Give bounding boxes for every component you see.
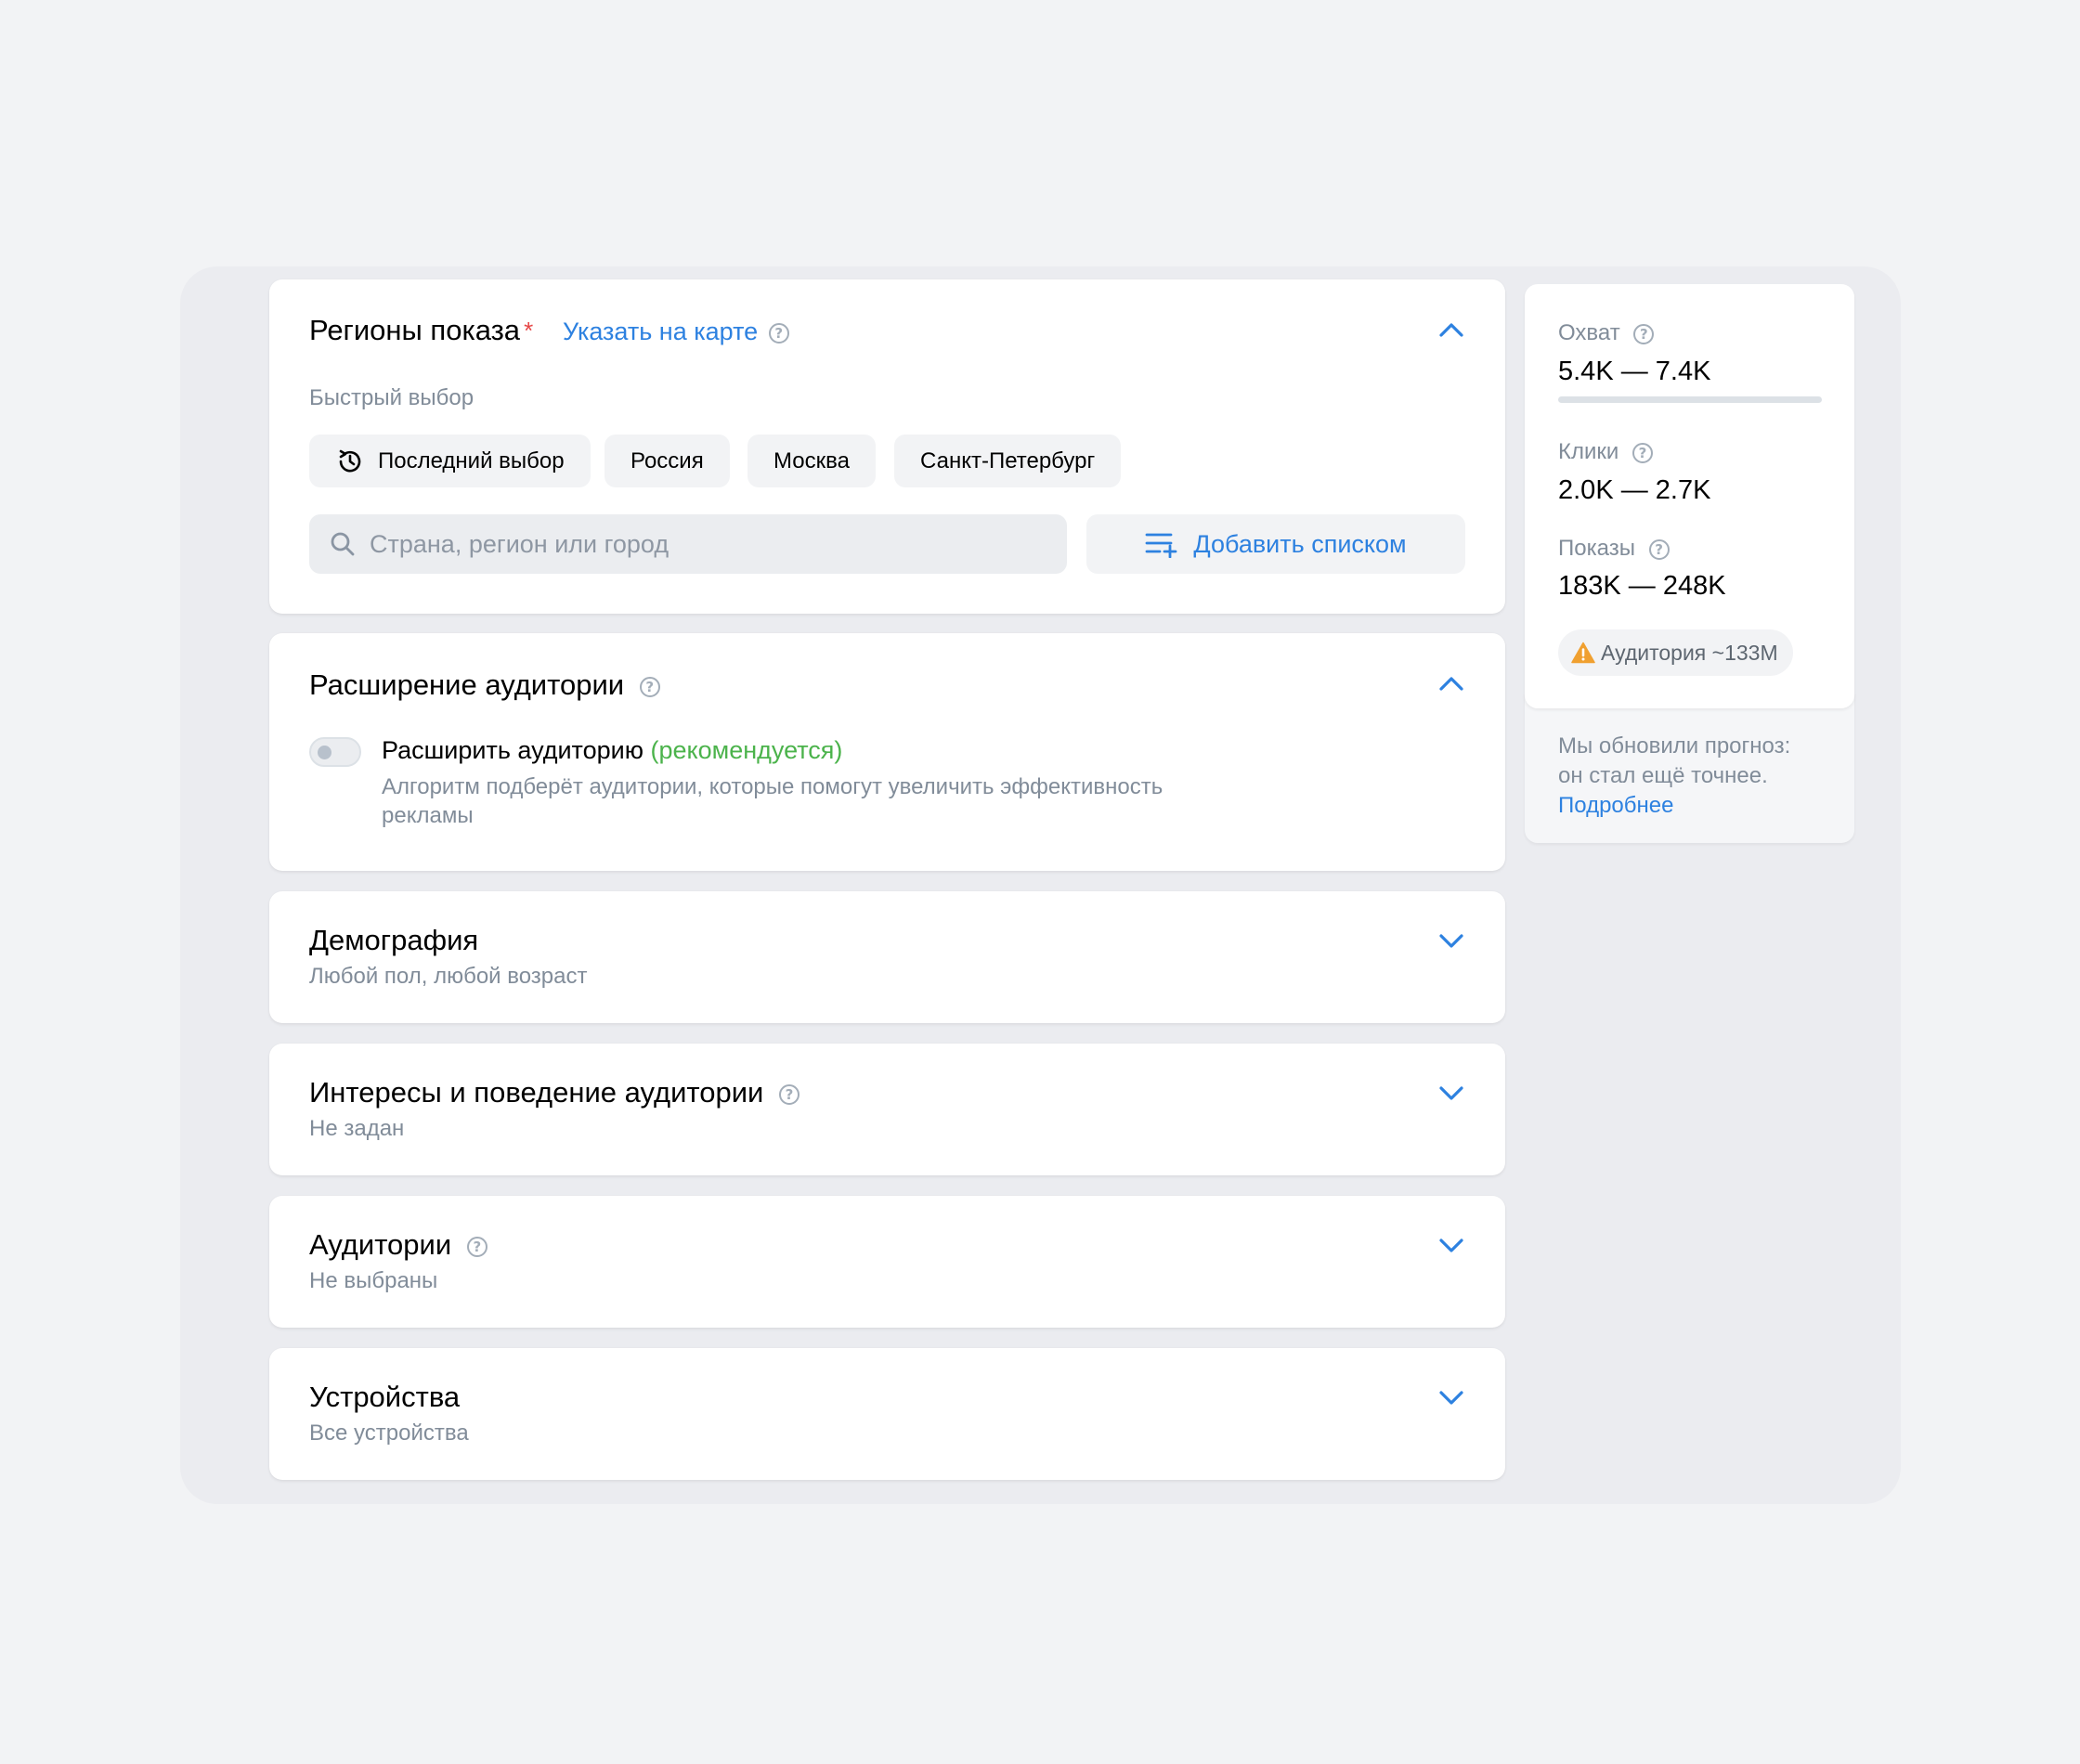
chip-russia[interactable]: Россия [604, 435, 730, 487]
chip-label: Россия [630, 447, 704, 473]
note-more-link[interactable]: Подробнее [1558, 791, 1790, 821]
impressions-label-row: Показы ? [1558, 535, 1670, 563]
region-search-field[interactable] [309, 514, 1067, 574]
regions-title: Регионы показа [309, 314, 521, 346]
clicks-label: Клики [1558, 439, 1619, 464]
map-link[interactable]: Указать на карте [563, 318, 758, 345]
map-link-row: Указать на карте ? [563, 317, 789, 346]
expansion-title: Расширение аудитории [309, 668, 625, 701]
reach-progress-bar [1558, 396, 1822, 403]
chip-label: Последний выбор [378, 447, 565, 473]
impressions-value: 183K — 248K [1558, 571, 1726, 601]
help-icon[interactable]: ? [466, 1236, 488, 1257]
interests-summary: Не задан [309, 1116, 405, 1141]
region-search-input[interactable] [368, 528, 1036, 560]
required-mark: * [524, 317, 534, 344]
warning-icon [1571, 642, 1595, 664]
help-icon[interactable]: ? [778, 1083, 800, 1105]
toggle-label-row: Расширить аудиторию (рекомендуется) [382, 735, 842, 765]
clicks-value: 2.0K — 2.7K [1558, 475, 1711, 505]
chip-label: Москва [774, 447, 850, 473]
help-icon[interactable]: ? [1633, 323, 1655, 344]
expand-chevron-down-icon[interactable] [1436, 927, 1466, 956]
chip-saint-petersburg[interactable]: Санкт-Петербург [894, 435, 1122, 487]
description-line: Алгоритм подберёт аудитории, которые пом… [382, 774, 1164, 799]
help-icon[interactable]: ? [1632, 442, 1653, 463]
devices-summary: Все устройства [309, 1420, 469, 1446]
expansion-description: Алгоритм подберёт аудитории, которые пом… [382, 772, 1163, 830]
description-line: рекламы [382, 803, 474, 828]
help-icon[interactable]: ? [1648, 538, 1670, 560]
reach-label-row: Охват ? [1558, 319, 1655, 347]
interests-title: Интересы и поведение аудитории [309, 1076, 764, 1109]
interests-card[interactable]: Интересы и поведение аудитории ? Не зада… [269, 1044, 1505, 1175]
note-line: Мы обновили прогноз: [1558, 733, 1791, 759]
devices-card[interactable]: Устройства Все устройства [269, 1348, 1505, 1480]
recommended-label: (рекомендуется) [650, 736, 843, 764]
demography-summary: Любой пол, любой возраст [309, 964, 588, 989]
audiences-title: Аудитории [309, 1228, 452, 1261]
audiences-title-row: Аудитории ? [309, 1228, 488, 1262]
impressions-label: Показы [1558, 536, 1635, 561]
regions-title-row: Регионы показа * [309, 314, 533, 347]
audience-badge-label: Аудитория ~133M [1601, 640, 1778, 665]
forecast-note: Мы обновили прогноз: он стал ещё точнее.… [1525, 693, 1854, 843]
audiences-summary: Не выбраны [309, 1268, 438, 1293]
note-line: он стал ещё точнее. [1558, 763, 1768, 788]
toggle-knob [318, 746, 332, 759]
history-icon [335, 447, 365, 476]
list-add-icon [1145, 530, 1178, 559]
reach-value: 5.4K — 7.4K [1558, 357, 1711, 386]
demography-card[interactable]: Демография Любой пол, любой возраст [269, 891, 1505, 1023]
add-list-button[interactable]: Добавить списком [1086, 514, 1465, 574]
add-list-label: Добавить списком [1193, 529, 1407, 558]
expand-chevron-down-icon[interactable] [1436, 1383, 1466, 1413]
note-text: Мы обновили прогноз: он стал ещё точнее.… [1558, 732, 1790, 821]
expand-chevron-down-icon[interactable] [1436, 1079, 1466, 1109]
devices-title: Устройства [309, 1381, 461, 1413]
toggle-label: Расширить аудиторию [382, 736, 644, 764]
quick-select-label: Быстрый выбор [309, 385, 474, 410]
collapse-chevron-up-icon[interactable] [1436, 668, 1466, 698]
help-icon[interactable]: ? [768, 322, 789, 344]
audience-expansion-card: Расширение аудитории ? Расширить аудитор… [269, 633, 1505, 871]
chip-moscow[interactable]: Москва [748, 435, 876, 487]
search-icon [329, 530, 357, 558]
reach-label: Охват [1558, 320, 1620, 345]
help-icon[interactable]: ? [639, 676, 660, 697]
chip-last-selection[interactable]: Последний выбор [309, 435, 591, 487]
clicks-label-row: Клики ? [1558, 438, 1653, 466]
expand-chevron-down-icon[interactable] [1436, 1231, 1466, 1261]
expansion-title-row: Расширение аудитории ? [309, 668, 660, 702]
interests-title-row: Интересы и поведение аудитории ? [309, 1076, 800, 1109]
expand-audience-toggle[interactable] [309, 737, 361, 767]
audience-size-badge: Аудитория ~133M [1558, 629, 1793, 676]
chip-label: Санкт-Петербург [920, 447, 1096, 473]
audiences-card[interactable]: Аудитории ? Не выбраны [269, 1196, 1505, 1328]
demography-title: Демография [309, 924, 479, 956]
forecast-card: Охват ? 5.4K — 7.4K Клики ? 2.0K — 2.7K … [1525, 284, 1854, 708]
collapse-chevron-up-icon[interactable] [1436, 315, 1466, 344]
